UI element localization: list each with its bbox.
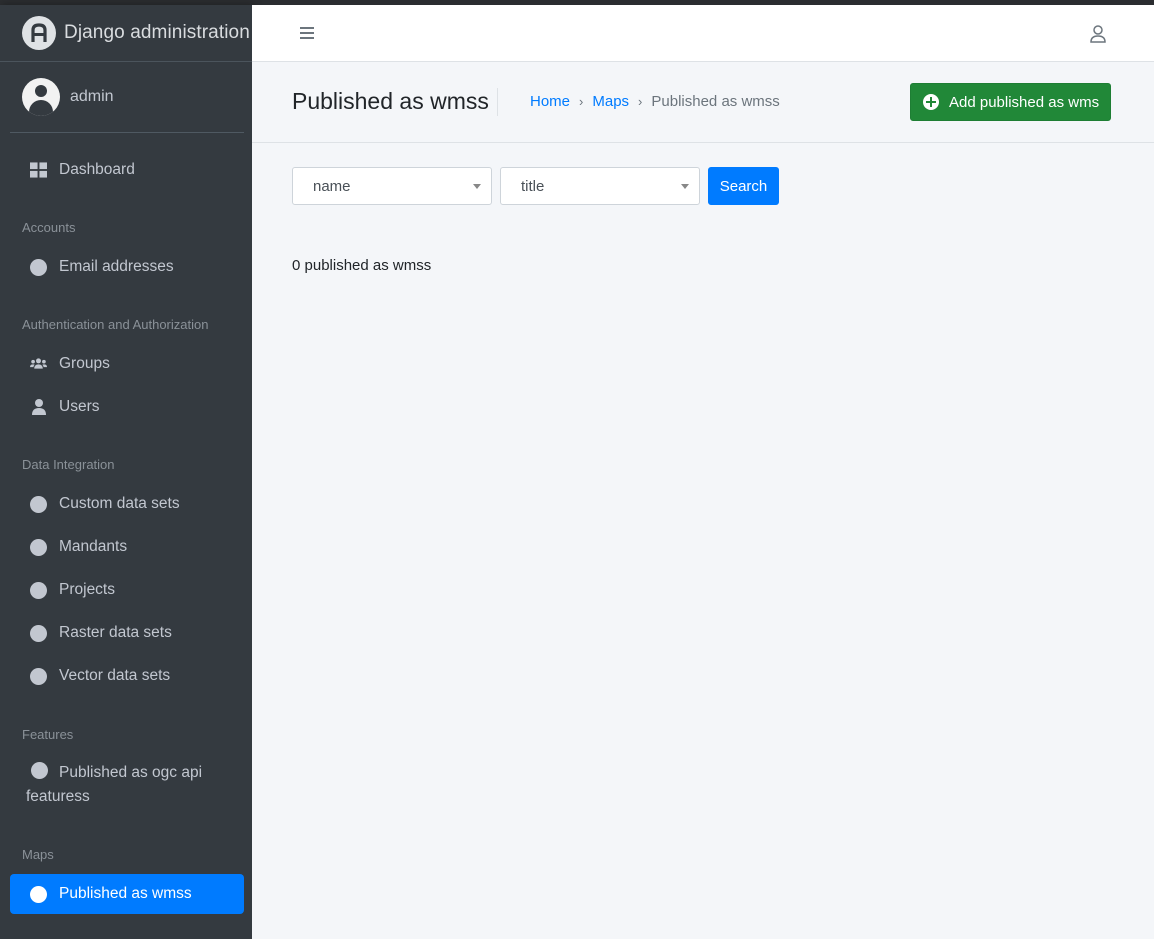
circle-icon [30, 581, 47, 599]
caret-down-icon [473, 184, 481, 189]
name-filter-select[interactable]: name [292, 167, 492, 205]
circle-icon [30, 495, 47, 513]
sidebar-item-label: Published as wmss [59, 885, 192, 902]
title-filter-select[interactable]: title [500, 167, 700, 205]
breadcrumb: Home › Maps › Published as wmss [530, 93, 780, 110]
sidebar-item-groups[interactable]: Groups [10, 344, 244, 384]
top-navbar [252, 5, 1154, 62]
sidebar-item-vector-data-sets[interactable]: Vector data sets [10, 656, 244, 696]
result-count: 0 published as wmss [292, 257, 432, 274]
circle-icon [30, 667, 47, 685]
sidebar-item-label: Raster data sets [59, 624, 172, 641]
users-group-icon [30, 356, 47, 372]
breadcrumb-separator: › [579, 94, 584, 109]
title-divider [497, 88, 498, 116]
add-button-label: Add published as wms [949, 93, 1100, 111]
caret-down-icon [681, 184, 689, 189]
sidebar-item-label: Mandants [59, 538, 128, 555]
sidebar-item-dashboard[interactable]: Dashboard [10, 150, 244, 190]
sidebar-item-label: Dashboard [59, 161, 135, 178]
content-header: Published as wmss Home › Maps › Publishe… [252, 62, 1154, 143]
sidebar-item-label: Published as ogc api featuress [26, 764, 203, 805]
sidebar-item-label: Users [59, 398, 100, 415]
name-filter-value: name [313, 177, 351, 195]
sidebar-item-raster-data-sets[interactable]: Raster data sets [10, 613, 244, 653]
page-title: Published as wmss [292, 88, 489, 114]
add-published-as-wms-button[interactable]: Add published as wms [910, 83, 1111, 121]
breadcrumb-home[interactable]: Home [530, 93, 570, 110]
circle-icon [31, 762, 48, 779]
nav-header-features: Features [22, 727, 74, 742]
sidebar-item-label: Email addresses [59, 258, 174, 275]
sidebar-item-label: Vector data sets [59, 667, 171, 684]
search-button[interactable]: Search [708, 167, 779, 205]
plus-circle-icon [923, 94, 939, 110]
dashboard-icon [30, 162, 47, 178]
user-icon [30, 399, 47, 415]
sidebar: Django administration admin Dashboard Ac… [0, 5, 252, 939]
main-content: Published as wmss Home › Maps › Publishe… [252, 5, 1154, 939]
circle-icon [30, 885, 47, 903]
nav-header-auth: Authentication and Authorization [22, 317, 209, 332]
sidebar-item-projects[interactable]: Projects [10, 570, 244, 610]
sidebar-item-label: Groups [59, 355, 110, 372]
user-name: admin [70, 88, 114, 105]
sidebar-item-label: Projects [59, 581, 115, 598]
title-filter-value: title [521, 177, 545, 195]
breadcrumb-separator: › [638, 94, 643, 109]
circle-icon [30, 624, 47, 642]
user-avatar-icon [22, 78, 60, 116]
brand-link[interactable]: Django administration [0, 5, 252, 62]
sidebar-item-custom-data-sets[interactable]: Custom data sets [10, 484, 244, 524]
sidebar-item-label: Custom data sets [59, 495, 180, 512]
breadcrumb-current: Published as wmss [651, 93, 780, 110]
circle-icon [30, 258, 47, 276]
hamburger-menu-icon[interactable] [300, 27, 314, 39]
brand-logo-icon [22, 16, 56, 50]
sidebar-item-published-as-ogc-api-featuress[interactable]: Published as ogc api featuress [10, 761, 244, 809]
sidebar-item-published-as-wmss[interactable]: Published as wmss [10, 874, 244, 914]
brand-title: Django administration [64, 22, 250, 43]
nav-header-data-integration: Data Integration [22, 457, 115, 472]
nav-header-maps: Maps [22, 847, 54, 862]
user-panel[interactable]: admin [10, 62, 244, 133]
sidebar-item-email-addresses[interactable]: Email addresses [10, 247, 244, 287]
sidebar-item-users[interactable]: Users [10, 387, 244, 427]
breadcrumb-maps[interactable]: Maps [592, 93, 629, 110]
sidebar-item-mandants[interactable]: Mandants [10, 527, 244, 567]
circle-icon [30, 538, 47, 556]
nav-header-accounts: Accounts [22, 220, 76, 235]
user-menu-icon[interactable] [1090, 25, 1106, 48]
